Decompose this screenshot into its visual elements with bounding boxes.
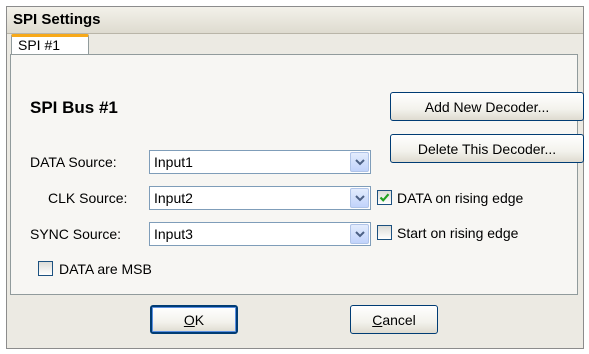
start-rising-edge-checkbox[interactable]	[377, 225, 392, 240]
delete-decoder-button[interactable]: Delete This Decoder...	[390, 134, 584, 163]
start-rising-edge-label[interactable]: Start on rising edge	[397, 225, 518, 241]
clk-source-value: Input2	[154, 190, 193, 206]
ok-button[interactable]: OK	[150, 305, 238, 334]
checkmark-icon	[379, 193, 390, 202]
bus-title: SPI Bus #1	[30, 98, 118, 117]
data-msb-checkbox[interactable]	[38, 261, 53, 276]
clk-source-label: CLK Source:	[48, 190, 128, 206]
title-bar: SPI Settings	[7, 7, 583, 34]
cancel-label: Cancel	[372, 311, 416, 328]
chevron-down-icon[interactable]	[350, 188, 369, 208]
data-rising-edge-label[interactable]: DATA on rising edge	[397, 190, 523, 206]
dialog-footer: OK Cancel	[7, 295, 583, 348]
delete-decoder-label: Delete This Decoder...	[417, 140, 557, 157]
add-new-decoder-label: Add New Decoder...	[424, 98, 550, 115]
sync-source-label: SYNC Source:	[30, 226, 122, 242]
data-msb-label[interactable]: DATA are MSB	[59, 261, 152, 277]
sync-source-select[interactable]: Input3	[149, 222, 371, 246]
data-source-select[interactable]: Input1	[149, 150, 371, 174]
add-new-decoder-button[interactable]: Add New Decoder...	[390, 92, 584, 121]
chevron-down-icon[interactable]	[350, 152, 369, 172]
clk-source-select[interactable]: Input2	[149, 186, 371, 210]
sync-source-value: Input3	[154, 226, 193, 242]
tab-strip: SPI #1	[7, 34, 583, 56]
cancel-button[interactable]: Cancel	[350, 305, 438, 334]
spi-settings-dialog: SPI Settings SPI #1 SPI Bus #1 Add New D…	[6, 6, 584, 349]
tab-panel: SPI Bus #1 Add New Decoder... Delete Thi…	[10, 54, 584, 295]
ok-label: OK	[183, 311, 205, 328]
tab-spi-1[interactable]: SPI #1	[11, 34, 89, 55]
data-source-value: Input1	[154, 154, 193, 170]
chevron-down-icon[interactable]	[350, 224, 369, 244]
tab-spi-1-label: SPI #1	[18, 37, 61, 53]
window-title: SPI Settings	[13, 11, 101, 28]
data-rising-edge-checkbox[interactable]	[377, 190, 392, 205]
data-source-label: DATA Source:	[30, 154, 117, 170]
